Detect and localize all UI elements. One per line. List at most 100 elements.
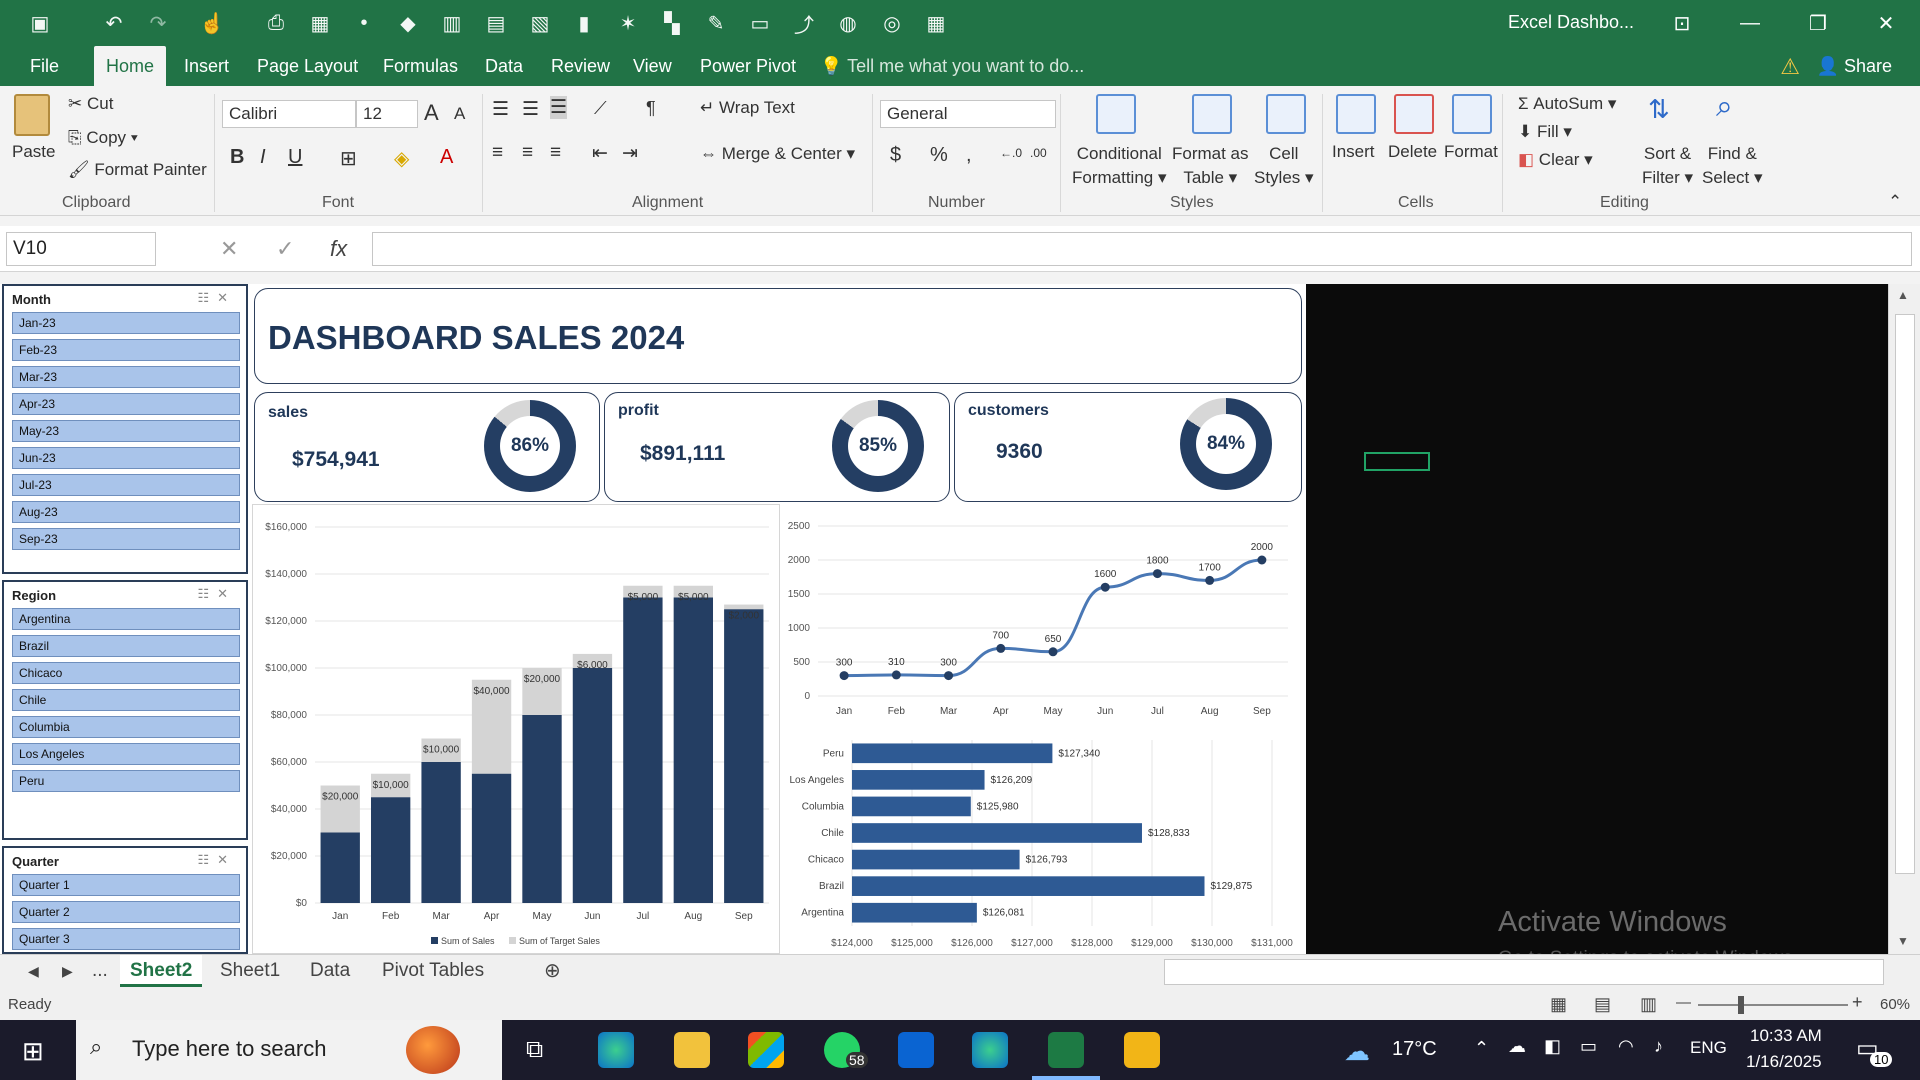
collapse-ribbon-icon[interactable]: ⌃ (1888, 192, 1902, 212)
shape-icon[interactable]: ◆ (386, 0, 430, 46)
underline-button[interactable]: U (288, 146, 302, 169)
page-break-view-icon[interactable]: ▥ (1640, 994, 1657, 1015)
ink-icon[interactable]: ✎ (694, 0, 738, 46)
onedrive-icon[interactable]: ☁ (1508, 1036, 1526, 1057)
tab-data[interactable]: Data (485, 46, 523, 86)
percent-icon[interactable]: % (930, 144, 948, 167)
zoom-slider[interactable] (1698, 1004, 1848, 1006)
zoom-level[interactable]: 60% (1880, 996, 1910, 1013)
slicer-item[interactable]: Jul-23 (12, 474, 240, 496)
bold-button[interactable]: B (230, 146, 244, 169)
find-icon[interactable]: ⌕ (1716, 90, 1733, 124)
restore-icon[interactable]: ❐ (1784, 0, 1852, 46)
horizontal-scrollbar[interactable] (1164, 959, 1884, 985)
font-color-icon[interactable]: A (440, 146, 453, 169)
align-center-icon[interactable]: ≡ (522, 142, 533, 164)
grow-font-icon[interactable]: A (424, 100, 439, 126)
sort-filter-button[interactable]: Sort & Filter ▾ (1642, 142, 1693, 190)
slicer-item[interactable]: Jun-23 (12, 447, 240, 469)
store-icon[interactable] (748, 1032, 784, 1068)
edge-icon[interactable] (598, 1032, 634, 1068)
scroll-up-icon[interactable]: ▲ (1897, 288, 1909, 302)
column-chart-icon[interactable]: ▮ (562, 0, 606, 46)
taskbar-search[interactable]: ⌕ Type here to search (76, 1020, 502, 1080)
clear-button[interactable]: ◧ Clear ▾ (1518, 150, 1593, 170)
sheet-tab-sheet2[interactable]: Sheet2 (120, 955, 203, 987)
multi-select-icon[interactable]: ☷✕ (197, 290, 236, 306)
multi-select-icon[interactable]: ☷✕ (197, 852, 236, 868)
sheet-tab-pivot-tables[interactable]: Pivot Tables (382, 955, 484, 987)
slicer-item[interactable]: Chicaco (12, 662, 240, 684)
slicer-item[interactable]: Peru (12, 770, 240, 792)
align-middle-icon[interactable]: ☰ (522, 98, 539, 121)
selected-cell[interactable] (1364, 452, 1430, 471)
task-view-icon[interactable]: ⧉ (526, 1036, 543, 1064)
chevron-up-icon[interactable]: ⌃ (1474, 1038, 1489, 1059)
scroll-thumb[interactable] (1895, 314, 1915, 874)
battery-icon[interactable]: ▭ (1580, 1036, 1597, 1057)
dot-icon[interactable]: • (342, 0, 386, 46)
sheet-tab-data[interactable]: Data (310, 955, 350, 987)
more-sheets[interactable]: ... (92, 955, 108, 987)
align-right-icon[interactable]: ≡ (550, 142, 561, 164)
windows-start-icon[interactable]: ⊞ (22, 1036, 44, 1067)
slicer-item[interactable]: Los Angeles (12, 743, 240, 765)
shrink-font-icon[interactable]: A (454, 104, 465, 124)
delete-cells-button[interactable]: Delete (1388, 142, 1437, 162)
align-top-icon[interactable]: ☰ (492, 98, 509, 121)
formula-input[interactable] (372, 232, 1912, 266)
format-cells-icon[interactable] (1452, 94, 1492, 134)
align-bottom-icon[interactable]: ☰ (550, 96, 568, 119)
slicer-item[interactable]: Quarter 3 (12, 928, 240, 950)
slicer-item[interactable]: Argentina (12, 608, 240, 630)
decrease-decimal-icon[interactable]: .00 (1030, 146, 1047, 160)
web-icon[interactable]: ◎ (870, 0, 914, 46)
wrap-text-button[interactable]: ↵ Wrap Text (700, 98, 795, 118)
format-as-table-button[interactable]: Format as Table ▾ (1172, 142, 1249, 190)
font-name-select[interactable]: Calibri (222, 100, 356, 128)
screenshot-icon[interactable]: ▭ (738, 0, 782, 46)
share-button[interactable]: 👤 Share (1817, 46, 1892, 86)
decrease-indent-icon[interactable]: ⇤ (592, 142, 608, 165)
orientation-icon[interactable]: ⟋ (594, 98, 607, 119)
scroll-down-icon[interactable]: ▼ (1897, 934, 1909, 948)
fill-button[interactable]: ⬇ Fill ▾ (1518, 122, 1572, 142)
sheet-tab-sheet1[interactable]: Sheet1 (220, 955, 280, 987)
outlook-icon[interactable] (898, 1032, 934, 1068)
increase-decimal-icon[interactable]: ←.0 (1000, 146, 1022, 160)
insert-cells-icon[interactable] (1336, 94, 1376, 134)
find-select-button[interactable]: Find & Select ▾ (1702, 142, 1763, 190)
multi-select-icon[interactable]: ☷✕ (197, 586, 236, 602)
cell-styles-icon[interactable] (1266, 94, 1306, 134)
weather-icon[interactable]: ☁ (1344, 1036, 1370, 1067)
paste-button[interactable]: Paste (12, 142, 55, 162)
volume-icon[interactable]: ♪ (1654, 1036, 1663, 1057)
slicer-item[interactable]: Sep-23 (12, 528, 240, 550)
page-layout-view-icon[interactable]: ▤ (1594, 994, 1611, 1015)
language-indicator[interactable]: ENG (1690, 1038, 1727, 1058)
tab-review[interactable]: Review (551, 46, 610, 86)
excel-icon[interactable] (1048, 1032, 1084, 1068)
undo-icon[interactable]: ↶ (92, 0, 136, 46)
hierarchy-icon[interactable]: ▚ (650, 0, 694, 46)
slicer-item[interactable]: Jan-23 (12, 312, 240, 334)
globe-icon[interactable]: ◍ (826, 0, 870, 46)
currency-icon[interactable]: $ (890, 144, 901, 167)
cancel-icon[interactable]: ✕ (220, 236, 238, 262)
clock-time[interactable]: 10:33 AM (1750, 1026, 1822, 1046)
autosum-button[interactable]: Σ AutoSum ▾ (1518, 94, 1616, 114)
chart2-icon[interactable]: ▤ (474, 0, 518, 46)
name-box[interactable]: V10 (6, 232, 156, 266)
fill-color-icon[interactable]: ◈ (394, 146, 409, 171)
add-sheet-icon[interactable]: ⊕ (544, 955, 561, 987)
italic-button[interactable]: I (260, 146, 266, 169)
font-size-select[interactable]: 12 (356, 100, 418, 128)
tab-formulas[interactable]: Formulas (383, 46, 458, 86)
zoom-out-icon[interactable]: — (1676, 994, 1691, 1011)
chart-icon[interactable]: ▥ (430, 0, 474, 46)
format-painter-button[interactable]: 🖌 Format Painter (68, 160, 207, 180)
tab-home[interactable]: Home (94, 46, 167, 86)
paste-icon[interactable] (14, 94, 50, 136)
cut-button[interactable]: ✂ Cut (68, 94, 113, 114)
table-icon[interactable]: ▦ (298, 0, 342, 46)
